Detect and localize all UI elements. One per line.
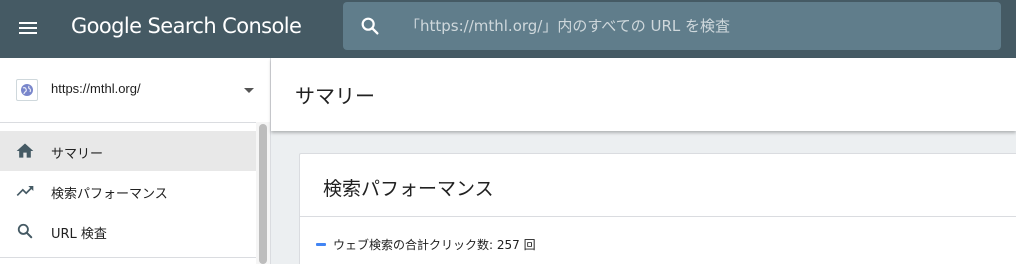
sidebar-divider <box>0 122 256 123</box>
sidebar-item-label: サマリー <box>51 147 104 162</box>
sidebar-item-summary[interactable]: サマリー <box>0 131 256 171</box>
total-clicks-legend: ウェブ検索の合計クリック数: 257 回 <box>333 238 536 252</box>
sidebar-item-search-performance[interactable]: 検索パフォーマンス <box>0 171 256 211</box>
sidebar-item-label: 検索パフォーマンス <box>51 187 168 202</box>
page-header: サマリー <box>271 58 1016 131</box>
search-bar[interactable] <box>343 2 1001 50</box>
card-title: 検索パフォーマンス <box>323 178 494 200</box>
top-app-bar: Google Search Console <box>0 0 1016 58</box>
property-selector[interactable]: https://mthl.org/ <box>0 58 270 122</box>
sidebar: https://mthl.org/ サマリー 検索パフォーマンス URL 検査 <box>0 58 270 264</box>
sidebar-item-label: URL 検査 <box>51 227 107 242</box>
search-performance-card: 検索パフォーマンス ウェブ検索の合計クリック数: 257 回 <box>299 153 1016 264</box>
trending-up-icon <box>16 186 34 196</box>
dropdown-caret-icon[interactable] <box>244 88 254 93</box>
legend-swatch <box>316 243 326 246</box>
sidebar-scrollbar-thumb[interactable] <box>259 124 267 264</box>
sidebar-divider <box>0 257 256 258</box>
card-divider <box>300 216 1016 217</box>
home-icon <box>16 143 34 158</box>
url-inspection-input[interactable] <box>405 14 985 38</box>
sidebar-item-url-inspection[interactable]: URL 検査 <box>0 211 256 251</box>
globe-icon <box>16 79 38 101</box>
app-logo[interactable]: Google Search Console <box>71 14 302 38</box>
property-url: https://mthl.org/ <box>51 81 141 96</box>
search-icon[interactable] <box>359 15 381 37</box>
page-title: サマリー <box>295 84 375 108</box>
search-icon <box>17 223 33 239</box>
hamburger-menu-icon[interactable] <box>12 12 44 44</box>
